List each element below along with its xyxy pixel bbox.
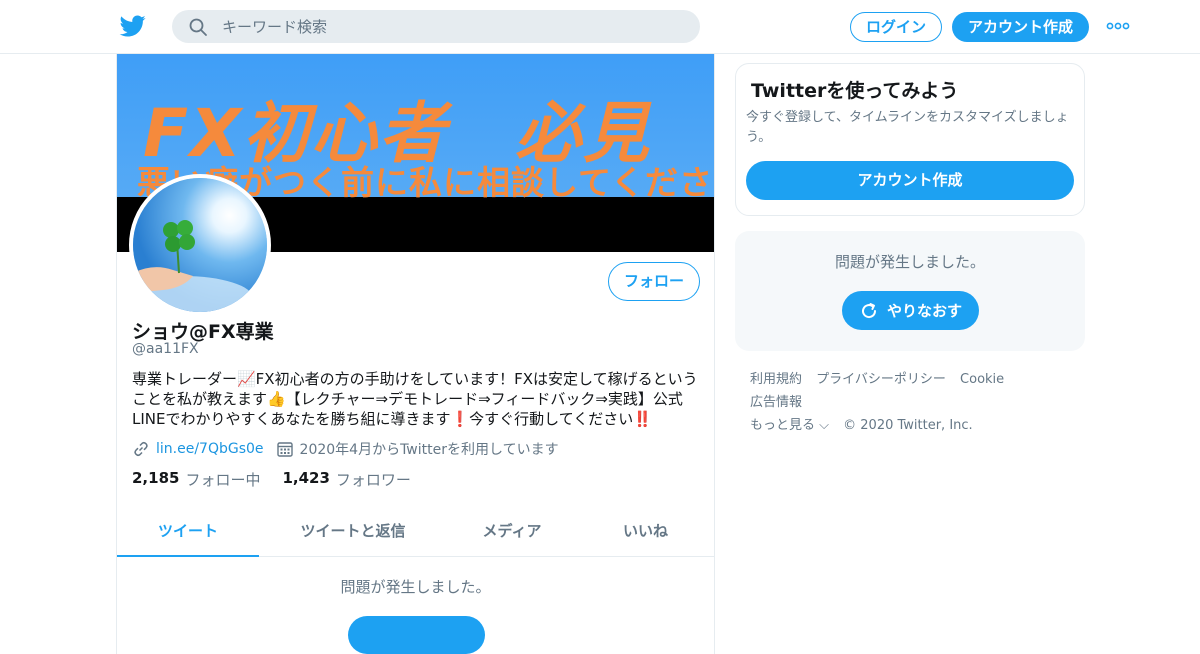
promo-title: Twitterを使ってみよう (751, 80, 959, 102)
footer-links: 利用規約 プライバシーポリシー Cookie 広告情報 もっと見る ⌵ © 20… (750, 368, 1080, 437)
retry-label: やりなおす (886, 302, 962, 320)
profile-tabs: ツイート ツイートと返信 メディア いいね (117, 507, 714, 557)
footer-link-terms[interactable]: 利用規約 (750, 372, 802, 387)
joined-date: 2020年4月からTwitterを利用しています (299, 442, 559, 458)
profile-bio: 専業トレーダー📈FX初心者の方の手助けをしています！FXは安定して稼げるというこ… (132, 370, 698, 428)
sidebar-error-card: 問題が発生しました。 やりなおす (735, 231, 1085, 351)
tab-likes[interactable]: いいね (577, 507, 714, 557)
profile-url-link[interactable]: lin.ee/7QbGs0e (156, 441, 264, 457)
follow-counts: 2,185 フォロー中 1,423 フォロワー (132, 469, 433, 490)
retry-button[interactable]: やりなおす (842, 291, 979, 330)
signup-promo-card: Twitterを使ってみよう 今すぐ登録して、タイムラインをカスタマイズしましょ… (735, 63, 1085, 216)
tab-tweets[interactable]: ツイート (117, 507, 259, 557)
login-button[interactable]: ログイン (850, 12, 942, 42)
follow-button[interactable]: フォロー (608, 262, 700, 301)
footer-link-cookie[interactable]: Cookie (960, 372, 1004, 387)
tab-media[interactable]: メディア (447, 507, 577, 557)
following-label[interactable]: フォロー中 (185, 469, 260, 490)
refresh-icon (862, 302, 876, 318)
footer-link-ads[interactable]: 広告情報 (750, 395, 802, 410)
twitter-bird-icon[interactable] (119, 13, 147, 39)
display-name: ショウ@FX専業 (132, 321, 274, 343)
calendar-icon (276, 442, 293, 457)
tab-tweets-and-replies[interactable]: ツイートと返信 (259, 507, 447, 557)
footer-link-more[interactable]: もっと見る ⌵ (750, 418, 829, 433)
following-count[interactable]: 2,185 (132, 469, 179, 490)
screen-name: @aa11FX (132, 341, 199, 357)
timeline-retry-button[interactable] (348, 616, 485, 654)
followers-label[interactable]: フォロワー (336, 469, 411, 490)
profile-card: FX初心者 必見 悪い癖がつく前に私に相談してください フォロー ショウ@FX専… (116, 54, 715, 654)
signup-button[interactable]: アカウント作成 (952, 12, 1089, 42)
timeline-error-text: 問題が発生しました。 (340, 578, 491, 596)
link-icon (134, 441, 148, 457)
top-navigation-bar: ログイン アカウント作成 (0, 0, 1200, 54)
search-input[interactable] (222, 10, 682, 43)
promo-signup-button[interactable]: アカウント作成 (746, 161, 1074, 200)
more-icon[interactable] (1106, 21, 1130, 31)
profile-meta: lin.ee/7QbGs0e 2020年4月からTwitterを利用しています (132, 439, 559, 459)
search-icon (189, 18, 207, 36)
sidebar-error-text: 問題が発生しました。 (834, 253, 985, 271)
followers-count[interactable]: 1,423 (282, 469, 329, 490)
promo-description: 今すぐ登録して、タイムラインをカスタマイズしましょう。 (746, 110, 1069, 145)
search-box[interactable] (172, 10, 700, 43)
avatar-clover-image (133, 178, 267, 312)
footer-link-privacy[interactable]: プライバシーポリシー (816, 372, 946, 387)
footer-copyright: © 2020 Twitter, Inc. (843, 418, 973, 433)
avatar[interactable] (129, 174, 271, 316)
